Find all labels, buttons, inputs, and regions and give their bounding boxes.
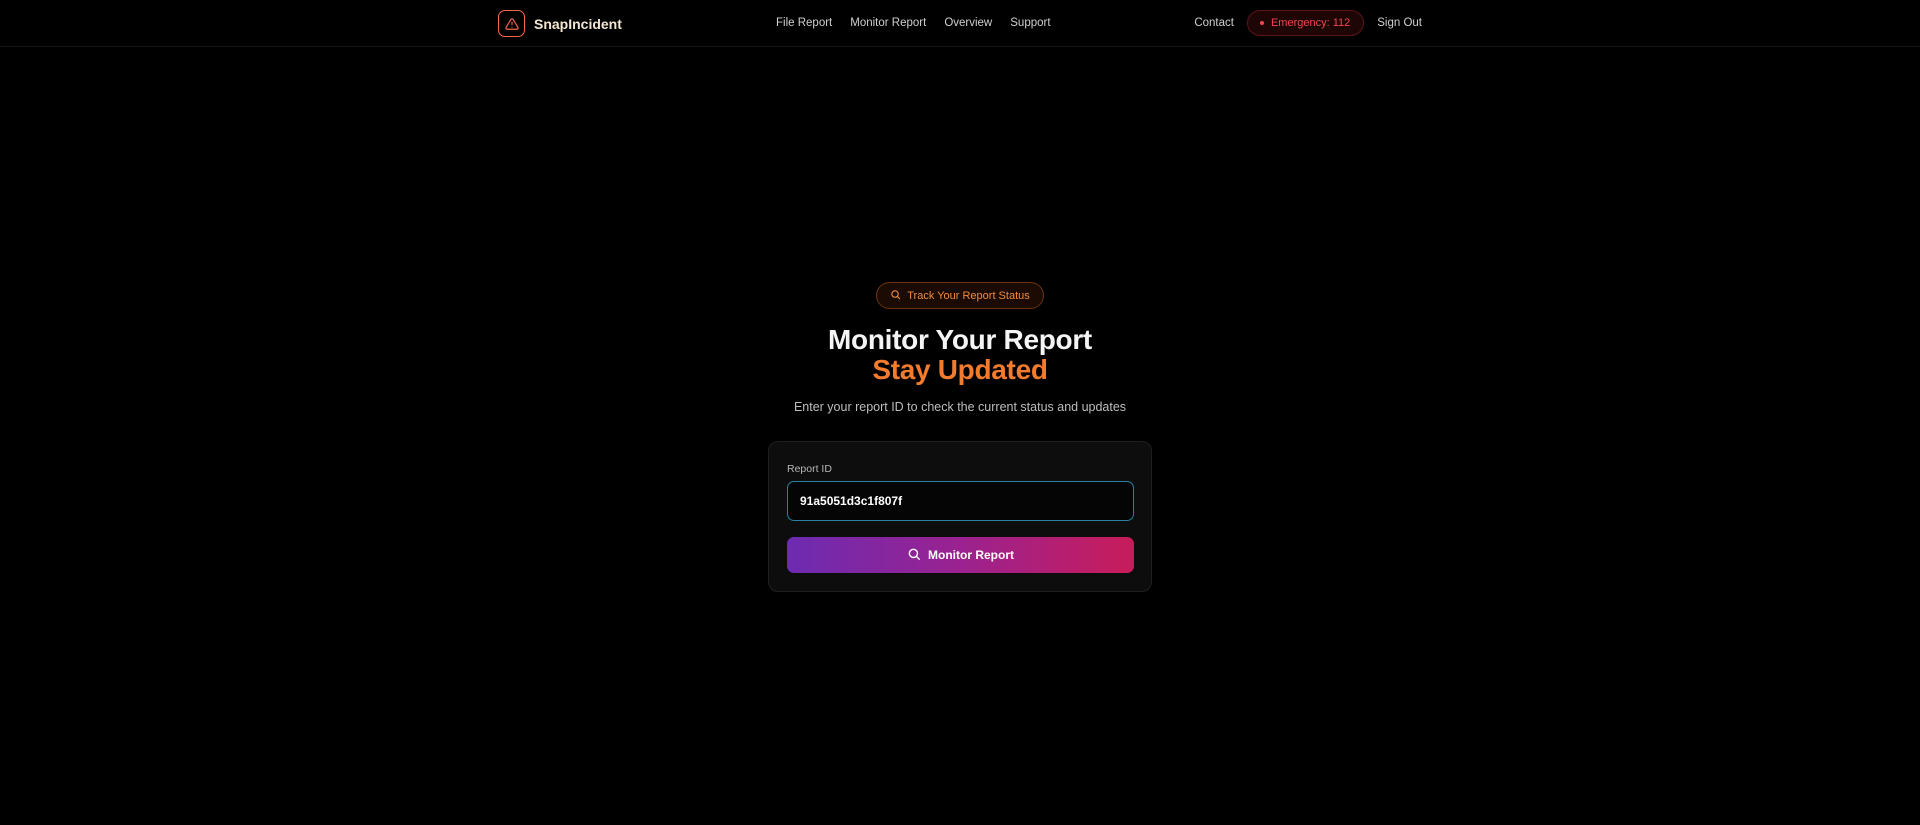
page-title: Monitor Your Report [828, 324, 1092, 355]
monitor-report-card: Report ID Monitor Report [768, 441, 1152, 592]
search-icon [890, 289, 901, 303]
emergency-label: Emergency: 112 [1270, 17, 1351, 29]
top-navbar: SnapIncident File Report Monitor Report … [0, 0, 1920, 47]
page-title-accent: Stay Updated [872, 354, 1048, 385]
search-icon [907, 547, 921, 564]
main-nav: File Report Monitor Report Overview Supp… [776, 0, 1051, 46]
monitor-report-button-label: Monitor Report [928, 548, 1014, 562]
report-id-label: Report ID [787, 463, 832, 475]
brand-name: SnapIncident [534, 15, 622, 32]
nav-link-overview[interactable]: Overview [944, 17, 992, 29]
nav-link-support[interactable]: Support [1010, 17, 1050, 29]
nav-right-actions: Contact Emergency: 112 Sign Out [1194, 0, 1422, 46]
nav-link-file-report[interactable]: File Report [776, 17, 832, 29]
monitor-report-button[interactable]: Monitor Report [787, 537, 1134, 573]
track-status-badge: Track Your Report Status [876, 282, 1044, 309]
emergency-dot-icon [1259, 21, 1264, 25]
page-subtitle: Enter your report ID to check the curren… [793, 400, 1127, 414]
emergency-badge[interactable]: Emergency: 112 [1246, 10, 1365, 36]
warning-triangle-icon [498, 10, 525, 37]
brand-logo-link[interactable]: SnapIncident [498, 10, 622, 37]
sign-out-link[interactable]: Sign Out [1377, 17, 1422, 29]
track-status-badge-label: Track Your Report Status [907, 289, 1030, 302]
nav-link-contact[interactable]: Contact [1194, 17, 1234, 29]
report-id-input[interactable] [787, 481, 1134, 521]
nav-link-monitor-report[interactable]: Monitor Report [850, 17, 926, 29]
